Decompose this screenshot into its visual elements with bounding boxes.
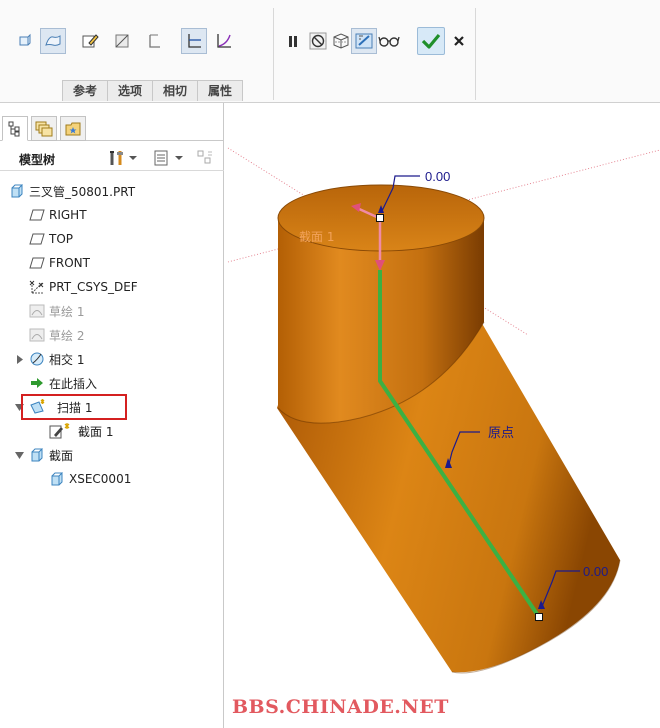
dim-value-top[interactable]: 0.00 <box>425 169 450 184</box>
origin-label: 原点 <box>488 426 514 441</box>
variable-section-icon[interactable] <box>211 28 237 54</box>
tab-references[interactable]: 参考 <box>62 80 109 101</box>
tree-item-label: 相交 1 <box>49 352 85 367</box>
tree-item-label: 截面 1 <box>78 424 114 439</box>
check-icon <box>421 33 441 49</box>
trajectory-start-point[interactable] <box>376 214 384 222</box>
model-tree-header: 模型树 <box>0 145 224 171</box>
model-canvas: 0.00 截面 1 原点 0.00 <box>227 147 660 674</box>
tree-item-right[interactable]: RIGHT <box>0 204 222 226</box>
constant-section-icon[interactable] <box>181 28 207 54</box>
sketch-icon <box>29 327 45 343</box>
datum-plane-icon <box>29 231 45 247</box>
tree-item-label: 草绘 1 <box>49 304 85 319</box>
tab-options[interactable]: 选项 <box>107 80 154 101</box>
favorites-tab[interactable] <box>60 116 86 141</box>
sketch-icon <box>29 303 45 319</box>
close-icon <box>454 36 464 46</box>
ribbon-separator <box>475 8 476 100</box>
ok-button[interactable] <box>417 27 445 55</box>
navigator-tabs <box>0 113 224 141</box>
tree-item-csys[interactable]: PRT_CSYS_DEF <box>0 276 222 298</box>
ribbon-separator <box>273 8 274 100</box>
section-folder-icon <box>29 447 45 463</box>
highlight-annotation <box>21 394 127 420</box>
tree-item-label: RIGHT <box>49 208 87 222</box>
tree-item-sketch-1[interactable]: 草绘 1 <box>0 300 222 322</box>
sweep-dashboard: 参考 选项 相切 属性 <box>0 0 660 103</box>
tree-item-sections[interactable]: 截面 <box>0 444 222 466</box>
tree-item-label: XSEC0001 <box>69 472 132 486</box>
thicken-icon[interactable] <box>141 28 167 54</box>
collapse-icon[interactable] <box>15 451 24 460</box>
chevron-down-icon[interactable] <box>174 149 184 167</box>
expand-icon[interactable] <box>15 354 24 364</box>
datum-plane-icon <box>29 207 45 223</box>
surface-icon[interactable] <box>40 28 66 54</box>
tree-item-label: 在此插入 <box>49 376 98 391</box>
sketch-edit-icon[interactable] <box>77 28 103 54</box>
layer-tree-tab[interactable] <box>31 116 57 141</box>
tree-item-label: FRONT <box>49 256 90 270</box>
graphics-viewport[interactable]: 0.00 截面 1 原点 0.00 <box>225 103 660 728</box>
tree-item-label: PRT_CSYS_DEF <box>49 280 138 294</box>
ribbon-tabs: 参考 选项 相切 属性 <box>62 80 244 101</box>
tree-item-top[interactable]: TOP <box>0 228 222 250</box>
verify-icon[interactable] <box>351 28 377 54</box>
tree-columns-icon[interactable] <box>196 149 214 167</box>
model-tree-title: 模型树 <box>19 153 56 167</box>
tree-item-label: 截面 <box>49 448 74 463</box>
glasses-icon[interactable] <box>376 28 402 54</box>
tree-item-label: TOP <box>49 232 74 246</box>
datum-plane-icon <box>29 255 45 271</box>
intersect-icon <box>29 351 45 367</box>
dim-value-bottom[interactable]: 0.00 <box>583 564 608 579</box>
tree-item-front[interactable]: FRONT <box>0 252 222 274</box>
part-icon <box>9 183 25 199</box>
trajectory-end-point[interactable] <box>535 613 543 621</box>
tab-properties[interactable]: 属性 <box>197 80 244 101</box>
tree-item-xsec[interactable]: XSEC0001 <box>0 468 222 490</box>
tree-item-intersect[interactable]: 相交 1 <box>0 348 222 370</box>
watermark: BBS.CHINADE.NET <box>232 696 449 718</box>
tree-item-label: 三叉管_50801.PRT <box>29 184 136 199</box>
tools-icon[interactable] <box>108 149 126 167</box>
section-sketch-icon <box>49 423 71 439</box>
tree-item-section-1[interactable]: 截面 1 <box>0 420 222 442</box>
navigator-panel: 模型树 三叉管_50801.PRT RIGHT TOP FRONT PRT_CS… <box>0 103 224 728</box>
remove-material-icon[interactable] <box>109 28 135 54</box>
tree-item-sketch-2[interactable]: 草绘 2 <box>0 324 222 346</box>
csys-icon <box>29 279 45 295</box>
insert-here-icon <box>29 375 45 391</box>
solid-icon[interactable] <box>12 28 38 54</box>
settings-list-icon[interactable] <box>152 149 170 167</box>
tree-item-insert-here[interactable]: 在此插入 <box>0 372 222 394</box>
xsec-icon <box>49 471 65 487</box>
section-label: 截面 1 <box>299 230 334 244</box>
tab-tangency[interactable]: 相切 <box>152 80 199 101</box>
sweep-tool-window: 参考 选项 相切 属性 模型树 三叉管_50801.PRT RIGHT TOP … <box>0 0 660 728</box>
pause-icon[interactable] <box>280 28 306 54</box>
tree-item-label: 草绘 2 <box>49 328 85 343</box>
chevron-down-icon[interactable] <box>128 149 138 167</box>
cancel-button[interactable] <box>446 28 472 54</box>
model-tree-tab[interactable] <box>2 116 28 141</box>
tree-item-part[interactable]: 三叉管_50801.PRT <box>0 180 222 202</box>
